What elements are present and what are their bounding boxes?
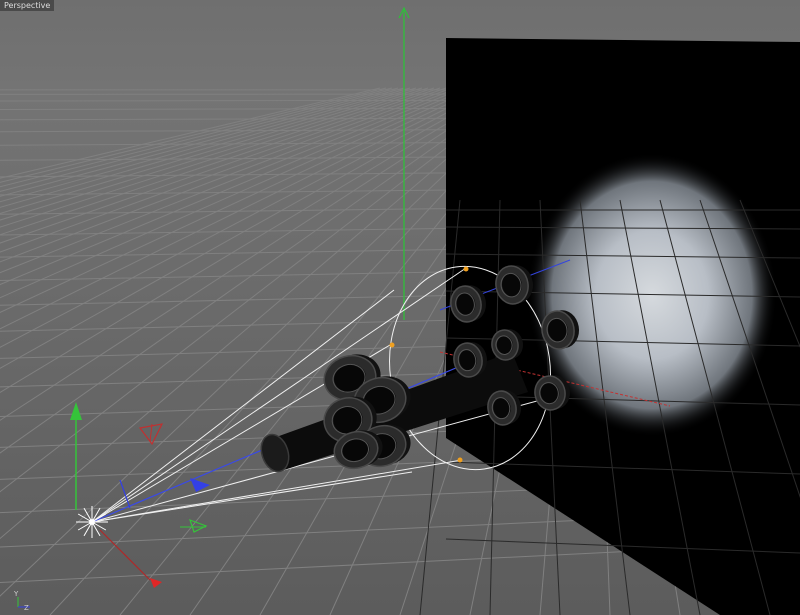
3d-scene[interactable] (0, 0, 800, 615)
gizmo-y-label: Y (14, 590, 19, 598)
viewport-label[interactable]: Perspective (0, 0, 55, 11)
gizmo-z-label: Z (24, 604, 29, 612)
perspective-viewport[interactable]: Perspective Y Z (0, 0, 800, 615)
